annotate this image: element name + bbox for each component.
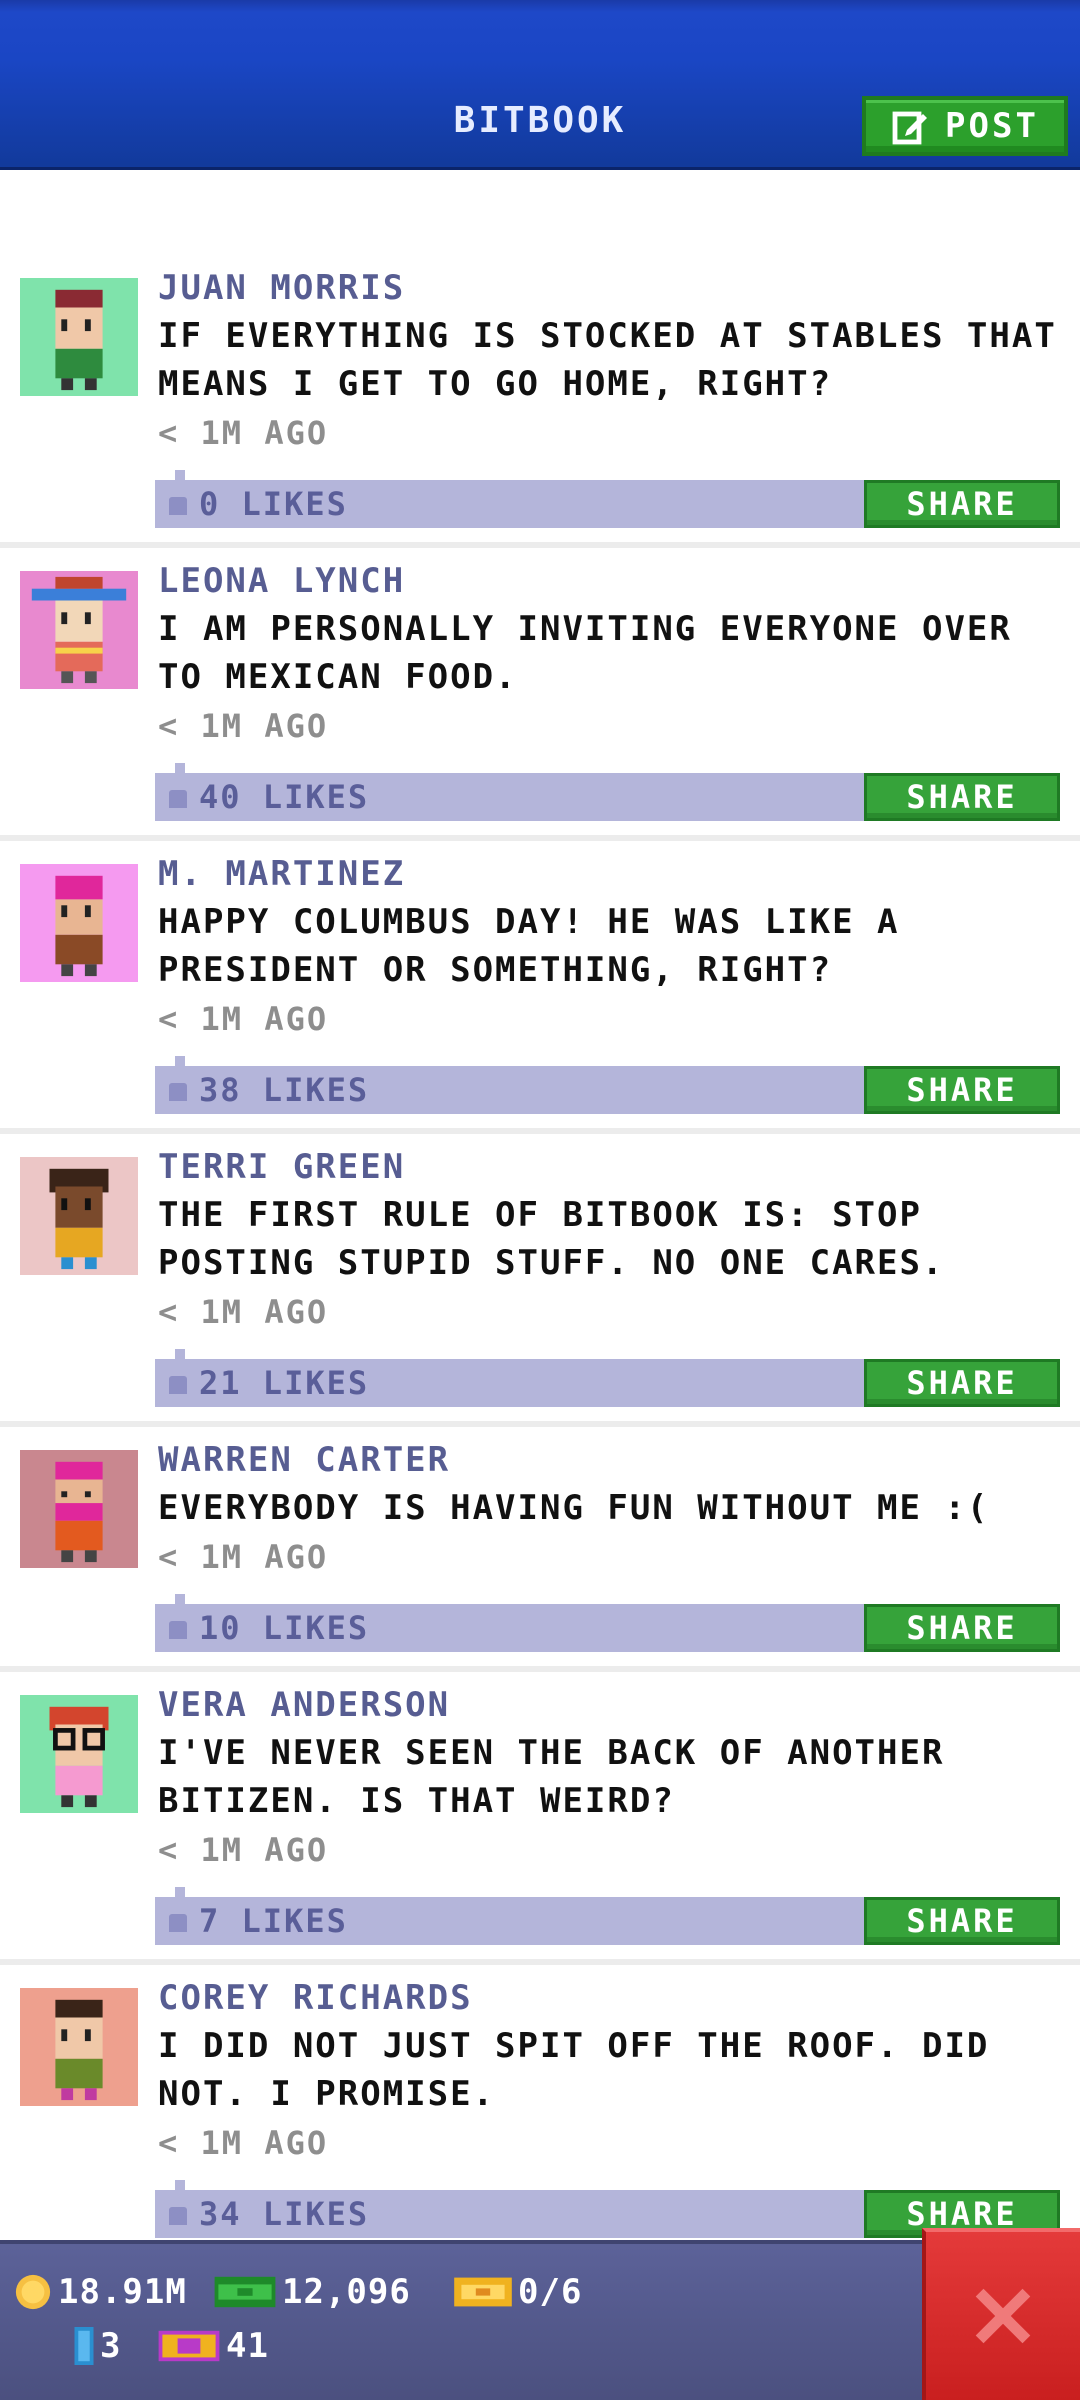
post-time: < 1M AGO <box>158 1538 329 1576</box>
person-avatar-icon <box>20 278 138 396</box>
divider <box>0 835 1080 841</box>
post-time: < 1M AGO <box>158 2124 329 2162</box>
post-actions-bar: 21 LIKES SHARE <box>155 1349 1060 1407</box>
avatar <box>20 1695 138 1813</box>
divider <box>0 542 1080 548</box>
ticket-icon <box>454 2277 512 2307</box>
share-button[interactable]: SHARE <box>864 1359 1060 1407</box>
thumb-icon <box>169 1621 187 1639</box>
post-time: < 1M AGO <box>158 707 329 745</box>
person-avatar-icon <box>20 1157 138 1275</box>
post-actions-bar: 40 LIKES SHARE <box>155 763 1060 821</box>
person-avatar-icon <box>20 571 138 689</box>
avatar <box>20 278 138 396</box>
edit-icon <box>892 111 928 145</box>
app-header: BITBOOK POST <box>0 0 1080 170</box>
elevator-icon <box>74 2327 94 2365</box>
post-time: < 1M AGO <box>158 1293 329 1331</box>
post-author[interactable]: VERA ANDERSON <box>158 1685 450 1725</box>
person-avatar-icon <box>20 1695 138 1813</box>
post-text: I'VE NEVER SEEN THE BACK OF ANOTHER BITI… <box>158 1733 945 1821</box>
post-author[interactable]: WARREN CARTER <box>158 1440 450 1480</box>
post-button-label: POST <box>945 106 1039 146</box>
thumb-icon <box>169 497 187 515</box>
like-count[interactable]: 21 LIKES <box>169 1359 369 1407</box>
post-time: < 1M AGO <box>158 1831 329 1869</box>
elevator-stat[interactable]: 3 <box>74 2326 121 2366</box>
divider <box>0 1666 1080 1672</box>
post-text: I DID NOT JUST SPIT OFF THE ROOF. DID NO… <box>158 2026 990 2114</box>
thumb-icon <box>169 2207 187 2225</box>
post-actions-bar: 38 LIKES SHARE <box>155 1056 1060 1114</box>
like-count[interactable]: 34 LIKES <box>169 2190 369 2238</box>
post-actions-bar: 7 LIKES SHARE <box>155 1887 1060 1945</box>
avatar <box>20 571 138 689</box>
tickets-stat[interactable]: 0/6 <box>454 2272 582 2312</box>
like-count[interactable]: 38 LIKES <box>169 1066 369 1114</box>
divider <box>0 1421 1080 1427</box>
share-button[interactable]: SHARE <box>864 480 1060 528</box>
bux-stat[interactable]: 12,096 <box>214 2272 411 2312</box>
vip-stat[interactable]: 41 <box>158 2326 269 2366</box>
coins-stat[interactable]: 18.91M <box>14 2272 187 2312</box>
post-author[interactable]: JUAN MORRIS <box>158 268 405 308</box>
divider <box>0 1128 1080 1134</box>
post-time: < 1M AGO <box>158 1000 329 1038</box>
share-button[interactable]: SHARE <box>864 773 1060 821</box>
close-icon <box>975 2288 1031 2344</box>
cash-icon <box>214 2276 276 2308</box>
post-text: HAPPY COLUMBUS DAY! HE WAS LIKE A PRESID… <box>158 902 900 990</box>
post-text: THE FIRST RULE OF BITBOOK IS: STOP POSTI… <box>158 1195 945 1283</box>
close-button[interactable] <box>922 2228 1080 2400</box>
thumb-icon <box>169 1376 187 1394</box>
post-actions-bar: 0 LIKES SHARE <box>155 470 1060 528</box>
status-bar: 18.91M 12,096 0/6 3 41 <box>0 2240 1080 2400</box>
post-author[interactable]: M. MARTINEZ <box>158 854 405 894</box>
post-text: I AM PERSONALLY INVITING EVERYONE OVER T… <box>158 609 1012 697</box>
avatar <box>20 1450 138 1568</box>
like-count[interactable]: 7 LIKES <box>169 1897 348 1945</box>
share-button[interactable]: SHARE <box>864 1066 1060 1114</box>
like-count[interactable]: 10 LIKES <box>169 1604 369 1652</box>
share-button[interactable]: SHARE <box>864 1604 1060 1652</box>
avatar <box>20 1157 138 1275</box>
post-author[interactable]: LEONA LYNCH <box>158 561 405 601</box>
avatar <box>20 1988 138 2106</box>
thumb-icon <box>169 1083 187 1101</box>
person-avatar-icon <box>20 1450 138 1568</box>
like-count[interactable]: 40 LIKES <box>169 773 369 821</box>
avatar <box>20 864 138 982</box>
coin-icon <box>15 2274 51 2310</box>
divider <box>0 1959 1080 1965</box>
person-avatar-icon <box>20 864 138 982</box>
post-button[interactable]: POST <box>862 96 1068 156</box>
vip-icon <box>158 2330 220 2362</box>
person-avatar-icon <box>20 1988 138 2106</box>
thumb-icon <box>169 1914 187 1932</box>
post-text: IF EVERYTHING IS STOCKED AT STABLES THAT… <box>158 316 1057 404</box>
post-author[interactable]: COREY RICHARDS <box>158 1978 473 2018</box>
share-button[interactable]: SHARE <box>864 1897 1060 1945</box>
like-count[interactable]: 0 LIKES <box>169 480 348 528</box>
post-text: EVERYBODY IS HAVING FUN WITHOUT ME :( <box>158 1488 990 1528</box>
post-actions-bar: 10 LIKES SHARE <box>155 1594 1060 1652</box>
post-time: < 1M AGO <box>158 414 329 452</box>
thumb-icon <box>169 790 187 808</box>
post-author[interactable]: TERRI GREEN <box>158 1147 405 1187</box>
